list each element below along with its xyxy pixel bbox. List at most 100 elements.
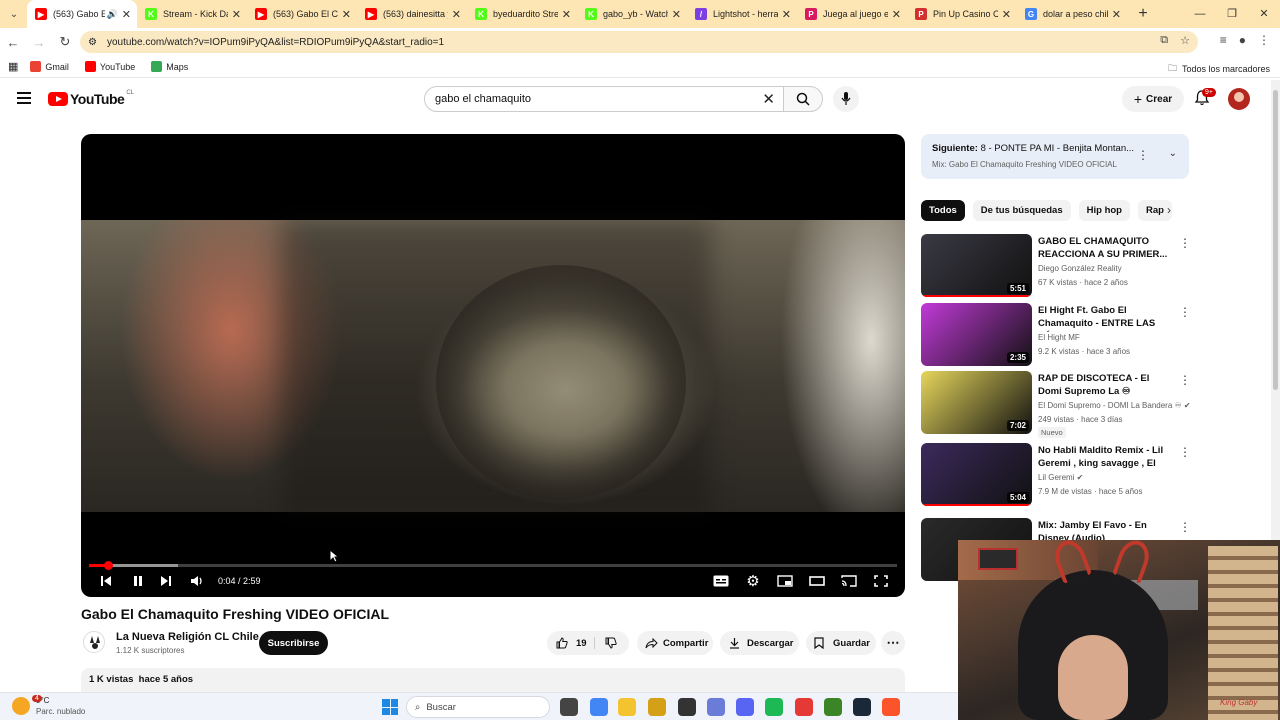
install-app-icon[interactable]: ⧉ [1160, 34, 1168, 47]
filter-chip[interactable]: Hip hop [1078, 200, 1130, 221]
save-button[interactable]: Guardar [806, 631, 876, 655]
fullscreen-button[interactable] [873, 572, 889, 590]
tab-audio-icon[interactable]: 🔊 [107, 9, 118, 20]
restore-button[interactable]: ❐ [1216, 0, 1248, 28]
browser-tab[interactable]: / Lightshot - herra ✕ [687, 0, 797, 28]
bookmark-item[interactable]: Gmail [30, 61, 69, 72]
browser-tab[interactable]: Kbyeduardito Strea ✕ [467, 0, 577, 28]
filter-chip[interactable]: Todos [921, 200, 965, 221]
browser-tab[interactable]: P Pin Up Casino Ch ✕ [907, 0, 1017, 28]
profile-icon[interactable]: ● [1239, 33, 1246, 47]
taskbar-search[interactable]: ⌕ Buscar [406, 696, 550, 718]
start-button[interactable] [382, 699, 398, 715]
task-view-icon[interactable] [560, 698, 578, 716]
forward-button[interactable]: → [26, 35, 52, 50]
bookmark-item[interactable]: YouTube [84, 61, 135, 72]
back-button[interactable]: ← [0, 35, 26, 50]
video-thumbnail[interactable]: 2:35 [921, 303, 1032, 366]
video-thumbnail[interactable]: 7:02 [921, 371, 1032, 434]
more-vertical-icon[interactable]: ⋮ [1179, 305, 1191, 319]
more-vertical-icon[interactable]: ⋮ [1137, 148, 1149, 162]
create-button[interactable]: + Crear [1122, 86, 1184, 112]
recommended-title[interactable]: El Hight Ft. Gabo El Chamaquito - ENTRE … [1038, 304, 1172, 332]
recommended-title[interactable]: No Habli Maldito Remix - Lil Geremi , ki… [1038, 444, 1172, 472]
subscribe-button[interactable]: Suscribirse [259, 631, 328, 655]
opera-gx-icon[interactable] [648, 698, 666, 716]
tab-close-icon[interactable]: ✕ [452, 8, 461, 21]
chrome-icon[interactable] [590, 698, 608, 716]
minecraft-icon[interactable] [824, 698, 842, 716]
spotify-icon[interactable] [765, 698, 783, 716]
settings-button[interactable]: ⚙ [745, 572, 761, 590]
like-button[interactable]: 19 [547, 637, 595, 649]
steam-icon[interactable] [853, 698, 871, 716]
file-explorer-icon[interactable] [618, 698, 636, 716]
bookmark-star-icon[interactable]: ☆ [1180, 34, 1190, 47]
up-next-card[interactable]: Siguiente: 8 - PONTE PA MI - Benjita Mon… [921, 134, 1189, 179]
tab-close-icon[interactable]: ✕ [1112, 8, 1121, 21]
recommended-video[interactable]: 7:02 RAP DE DISCOTECA - El Domi Supremo L… [921, 371, 1191, 438]
all-bookmarks[interactable]: 🗀 Todos los marcadores [1168, 61, 1270, 77]
more-vertical-icon[interactable]: ⋮ [1179, 445, 1191, 459]
apps-icon[interactable]: ▦ [8, 60, 18, 73]
browser-tab[interactable]: ▶ (563) Gabo El 🔊 ✕ [27, 0, 137, 28]
minimize-button[interactable]: — [1184, 0, 1216, 28]
search-input[interactable]: gabo el chamaquito ✕ [424, 86, 784, 112]
cast-button[interactable] [840, 572, 858, 590]
recommended-video[interactable]: 5:51 GABO EL CHAMAQUITO REACCIONA A SU PR… [921, 234, 1191, 298]
tab-close-icon[interactable]: ✕ [122, 8, 131, 21]
tab-close-icon[interactable]: ✕ [562, 8, 571, 21]
recommended-channel[interactable]: El Domi Supremo - DOMI La Bandera ♾ ✔ [1038, 401, 1191, 410]
scrubber-handle[interactable] [103, 561, 113, 570]
recommended-video[interactable]: 5:04 No Habli Maldito Remix - Lil Geremi … [921, 443, 1191, 507]
tab-close-icon[interactable]: ✕ [1002, 8, 1011, 21]
download-button[interactable]: Descargar [720, 631, 799, 655]
dislike-button[interactable] [595, 637, 617, 649]
more-vertical-icon[interactable]: ⋮ [1179, 520, 1191, 534]
previous-button[interactable] [99, 572, 113, 590]
voice-search-button[interactable] [833, 86, 859, 112]
brave-icon[interactable] [882, 698, 900, 716]
video-thumbnail[interactable]: 5:51 [921, 234, 1032, 297]
recommended-channel[interactable]: Lil Geremi ✔ [1038, 473, 1083, 482]
progress-bar[interactable] [89, 561, 897, 570]
opera-icon[interactable] [795, 698, 813, 716]
video-player[interactable]: 0:04 / 2:59 ⚙ [81, 134, 905, 597]
tab-close-icon[interactable]: ✕ [232, 8, 241, 21]
browser-menu-icon[interactable]: ⋮ [1258, 33, 1270, 47]
tab-close-icon[interactable]: ✕ [892, 8, 901, 21]
guide-menu-icon[interactable] [17, 92, 31, 104]
weather-widget[interactable]: 4 9°C Parc. nublado [12, 695, 85, 717]
tab-close-icon[interactable]: ✕ [672, 8, 681, 21]
account-avatar[interactable] [1228, 88, 1250, 110]
site-info-icon[interactable]: ⚙ [88, 37, 97, 48]
browser-tab[interactable]: P Juega al juego en ✕ [797, 0, 907, 28]
recommended-channel[interactable]: El Hight MF [1038, 333, 1080, 342]
channel-avatar[interactable] [83, 631, 105, 653]
more-vertical-icon[interactable]: ⋮ [1179, 236, 1191, 250]
more-actions-button[interactable]: ⋯ [881, 631, 905, 655]
pause-button[interactable] [131, 572, 145, 590]
share-button[interactable]: Compartir [637, 631, 713, 655]
new-tab-button[interactable]: + [1133, 5, 1153, 23]
channel-name[interactable]: La Nueva Religión CL Chile [116, 631, 259, 643]
bookmark-item[interactable]: Maps [151, 61, 188, 72]
subtitles-button[interactable] [712, 572, 730, 590]
reload-button[interactable]: ↻ [52, 34, 78, 50]
browser-tab[interactable]: ▶ (563) dainesitta y ✕ [357, 0, 467, 28]
app-icon[interactable] [707, 698, 725, 716]
next-button[interactable] [159, 572, 173, 590]
more-vertical-icon[interactable]: ⋮ [1179, 373, 1191, 387]
omnibox[interactable]: ⚙ youtube.com/watch?v=IOPum9iPyQA&list=R… [80, 31, 1198, 53]
browser-tab[interactable]: Kgabo_yb - Watch ✕ [577, 0, 687, 28]
tab-search-button[interactable]: ⌄ [4, 4, 24, 24]
filter-chip[interactable]: De tus búsquedas [972, 200, 1071, 221]
close-window-button[interactable]: ✕ [1248, 0, 1280, 28]
recommended-title[interactable]: RAP DE DISCOTECA - El Domi Supremo La ♾ [1038, 372, 1172, 398]
browser-tab[interactable]: ▶ (563) Gabo El Ch ✕ [247, 0, 357, 28]
miniplayer-button[interactable] [776, 572, 794, 590]
tab-close-icon[interactable]: ✕ [342, 8, 351, 21]
chevron-right-icon[interactable]: › [1167, 203, 1171, 217]
youtube-logo[interactable]: YouTube CL [48, 90, 134, 107]
scrollbar-thumb[interactable] [1273, 90, 1278, 390]
